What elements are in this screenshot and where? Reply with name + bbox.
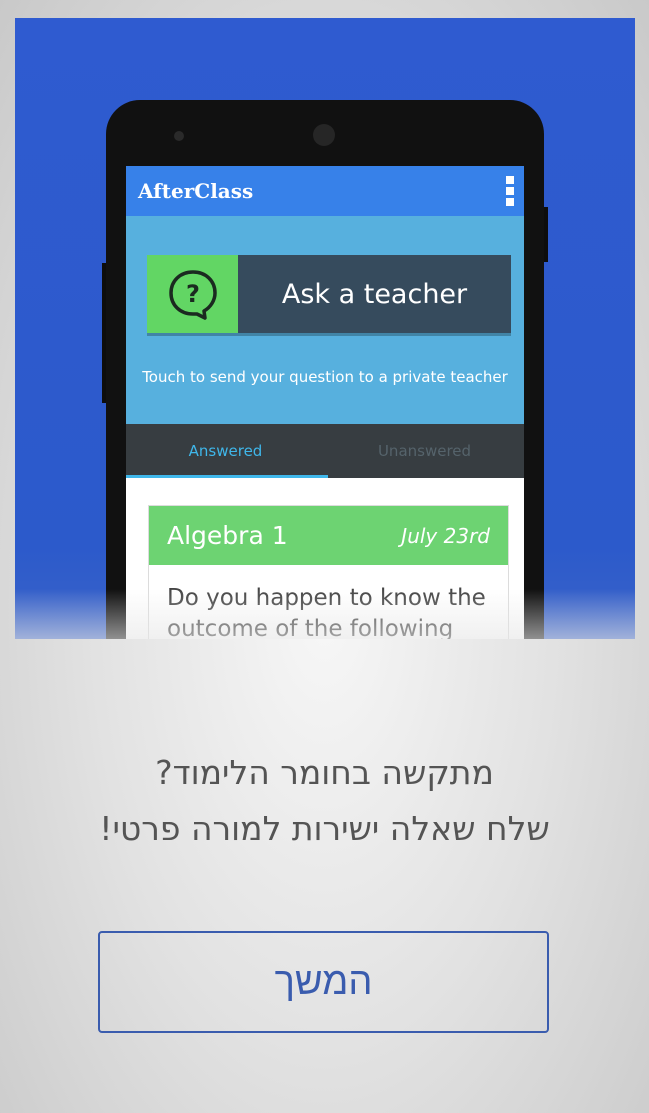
tab-unanswered: Unanswered [377, 442, 472, 460]
ask-teacher-button: ? Ask a teacher [147, 255, 511, 333]
phone-mockup: AfterClass ? Ask a teacher Touch to send… [102, 100, 548, 639]
promo-line-2: שלח שאלה ישירות למורה פרטי! [99, 809, 550, 848]
ask-hint-text: Touch to send your question to a private… [142, 368, 508, 386]
app-bar: AfterClass [126, 166, 524, 216]
question-card-header: Algebra 1 July 23rd [149, 506, 508, 565]
app-title: AfterClass [138, 179, 254, 203]
ask-teacher-label: Ask a teacher [238, 255, 511, 333]
question-list: Algebra 1 July 23rd Do you happen to kno… [126, 478, 524, 639]
tab-bar: Answered Unanswered [126, 424, 524, 478]
question-bubble-icon: ? [147, 255, 238, 333]
continue-button[interactable]: המשך [98, 931, 549, 1033]
question-card: Algebra 1 July 23rd Do you happen to kno… [148, 505, 509, 639]
ask-panel: ? Ask a teacher Touch to send your quest… [126, 216, 524, 424]
tab-indicator [126, 475, 328, 478]
phone-side-button [544, 207, 548, 262]
svg-text:?: ? [186, 280, 200, 308]
tab-answered: Answered [188, 442, 263, 460]
question-date: July 23rd [401, 523, 490, 548]
question-text: Do you happen to know the outcome of the… [167, 585, 486, 639]
promo-text: מתקשה בחומר הלימוד? שלח שאלה ישירות למור… [0, 745, 649, 857]
phone-sensor [174, 131, 184, 141]
phone-side-button [102, 263, 106, 403]
phone-camera [313, 124, 335, 146]
question-subject: Algebra 1 [167, 521, 288, 550]
promo-line-1: מתקשה בחומר הלימוד? [155, 753, 494, 792]
phone-screen: AfterClass ? Ask a teacher Touch to send… [126, 166, 524, 639]
overflow-menu-icon [506, 176, 514, 206]
hero-image: AfterClass ? Ask a teacher Touch to send… [15, 18, 635, 639]
